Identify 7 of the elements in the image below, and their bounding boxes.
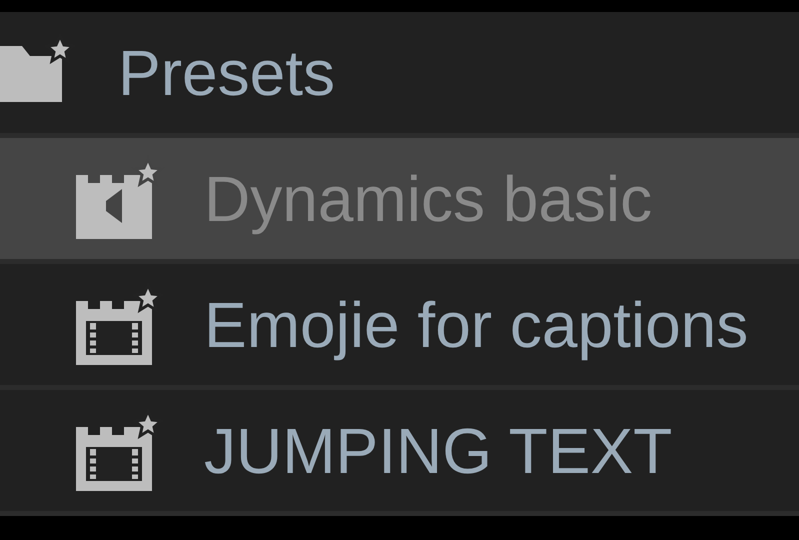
item-label: Presets xyxy=(118,36,335,110)
item-label: Emojie for captions xyxy=(204,288,748,362)
item-label: JUMPING TEXT xyxy=(204,414,672,488)
tree-row[interactable]: Presets xyxy=(0,12,799,133)
item-label: Dynamics basic xyxy=(204,162,652,236)
tree-row[interactable]: JUMPING TEXT xyxy=(0,390,799,511)
tree-row[interactable]: Emojie for captions xyxy=(0,264,799,385)
